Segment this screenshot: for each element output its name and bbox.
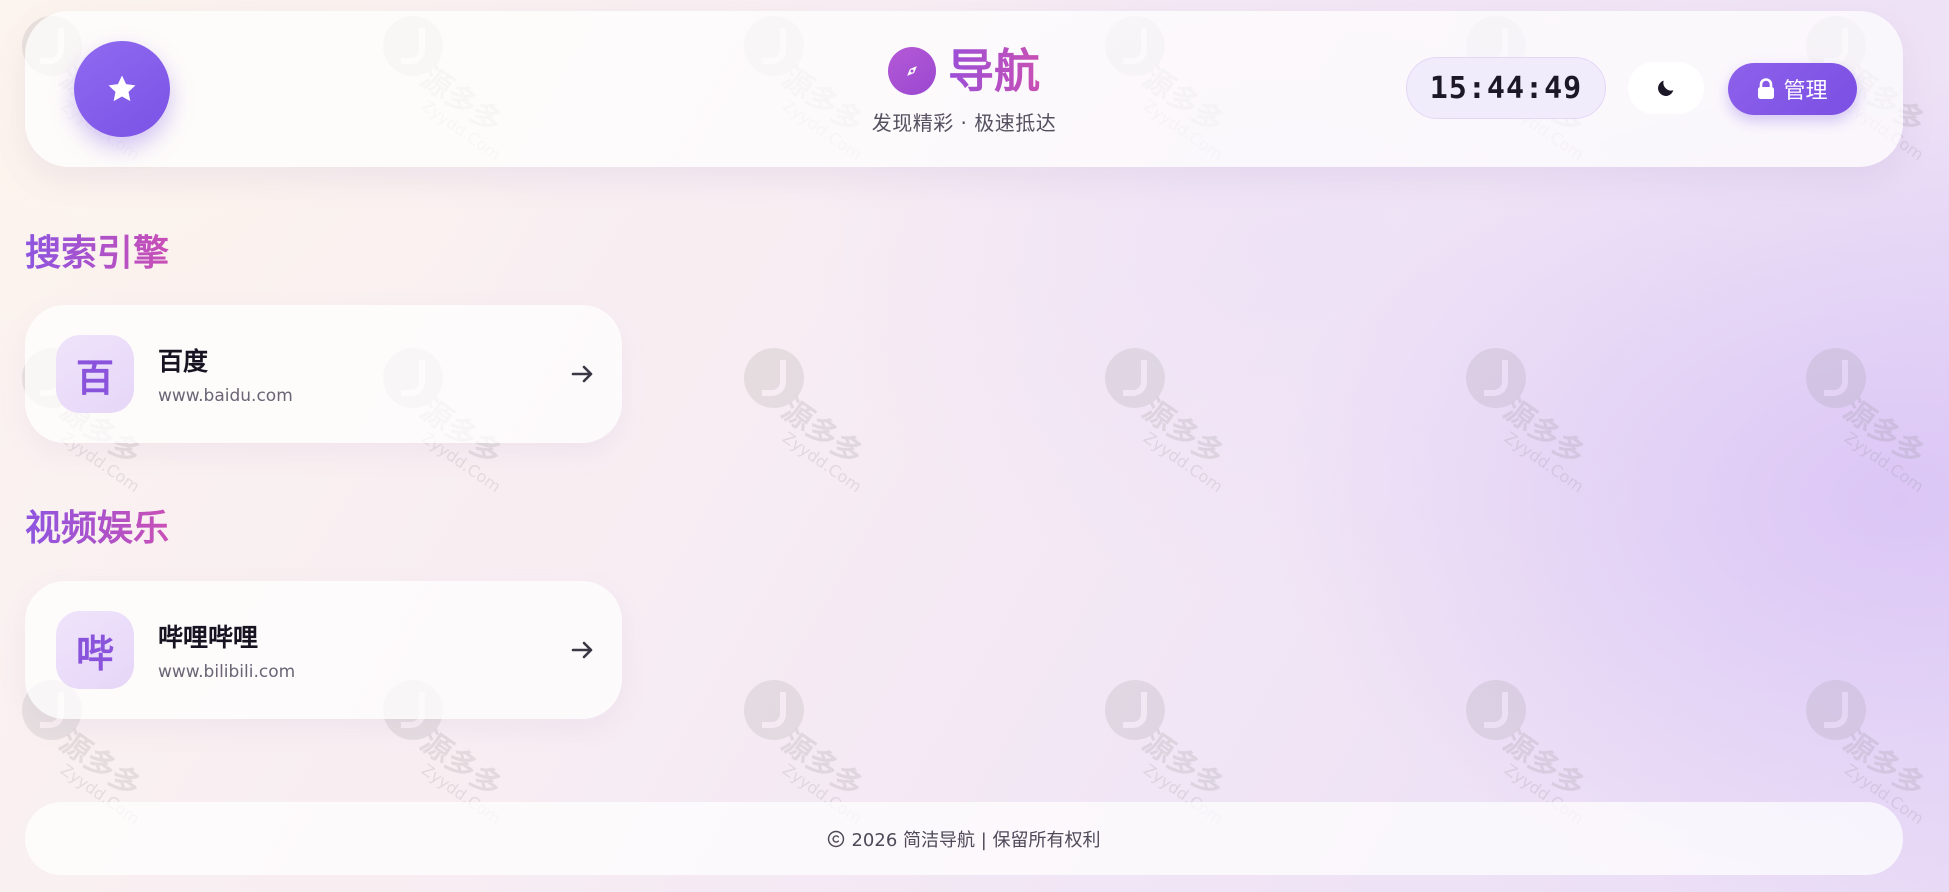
admin-button-label: 管理 xyxy=(1783,79,1828,104)
watermark-text: 源多多 xyxy=(1837,392,1931,473)
card-url: www.baidu.com xyxy=(158,386,293,406)
watermark-text: 源多多 xyxy=(414,724,508,805)
moon-icon xyxy=(1658,80,1674,96)
arrow-right-icon[interactable] xyxy=(570,362,596,386)
arrow-right-icon[interactable] xyxy=(570,638,596,662)
watermark-logo-icon xyxy=(744,348,804,408)
watermark-text: 源多多 xyxy=(1837,724,1931,805)
section-title-video-entertainment: 视频娱乐 xyxy=(25,508,170,549)
brand-title: 导航 xyxy=(948,44,1040,98)
brand-subtitle: 发现精彩 · 极速抵达 xyxy=(871,111,1057,135)
watermark-text: 源多多 xyxy=(53,724,147,805)
watermark-text: 源多多 xyxy=(1497,724,1591,805)
watermark: 源多多Zyydd.Com xyxy=(744,348,884,496)
link-card-bilibili[interactable]: 哔 哔哩哔哩 www.bilibili.com xyxy=(25,581,622,719)
theme-toggle-button[interactable] xyxy=(1628,62,1704,114)
watermark-sub: Zyydd.Com xyxy=(779,428,866,497)
watermark-text: 源多多 xyxy=(775,392,869,473)
watermark-logo-icon xyxy=(1806,680,1866,740)
card-name: 百度 xyxy=(158,347,209,376)
watermark: 源多多Zyydd.Com xyxy=(744,680,884,828)
section-title-search-engines: 搜索引擎 xyxy=(25,233,170,274)
link-card-baidu[interactable]: 百 百度 www.baidu.com xyxy=(25,305,622,443)
page-footer: 2026 简洁导航 | 保留所有权利 xyxy=(25,802,1903,875)
watermark-logo-icon xyxy=(744,680,804,740)
watermark-text: 源多多 xyxy=(775,724,869,805)
watermark: 源多多Zyydd.Com xyxy=(1806,680,1946,828)
watermark: 源多多Zyydd.Com xyxy=(1105,348,1245,496)
top-header: 导航 发现精彩 · 极速抵达 15:44:49 管理 xyxy=(25,11,1903,167)
admin-button[interactable]: 管理 xyxy=(1728,63,1857,115)
watermark-sub: Zyydd.Com xyxy=(1140,428,1227,497)
brand: 导航 发现精彩 · 极速抵达 xyxy=(25,45,1903,136)
watermark-sub: Zyydd.Com xyxy=(1501,428,1588,497)
watermark: 源多多Zyydd.Com xyxy=(1806,348,1946,496)
watermark-logo-icon xyxy=(1466,680,1526,740)
compass-icon xyxy=(888,47,936,95)
copyright-icon xyxy=(828,830,845,847)
lock-icon xyxy=(1758,78,1775,99)
watermark: 源多多Zyydd.Com xyxy=(1105,680,1245,828)
card-avatar: 哔 xyxy=(56,611,134,689)
card-avatar: 百 xyxy=(56,335,134,413)
card-url: www.bilibili.com xyxy=(158,662,296,682)
watermark: 源多多Zyydd.Com xyxy=(1466,680,1606,828)
watermark-logo-icon xyxy=(1105,348,1165,408)
watermark-text: 源多多 xyxy=(1136,724,1230,805)
watermark-text: 源多多 xyxy=(1136,392,1230,473)
footer-text: 2026 简洁导航 | 保留所有权利 xyxy=(851,829,1101,851)
watermark-logo-icon xyxy=(1105,680,1165,740)
watermark-text: 源多多 xyxy=(1497,392,1591,473)
watermark-sub: Zyydd.Com xyxy=(1841,428,1928,497)
clock-display: 15:44:49 xyxy=(1406,57,1606,119)
watermark: 源多多Zyydd.Com xyxy=(1466,348,1606,496)
watermark-logo-icon xyxy=(1466,348,1526,408)
watermark-logo-icon xyxy=(1806,348,1866,408)
card-name: 哔哩哔哩 xyxy=(158,623,259,652)
